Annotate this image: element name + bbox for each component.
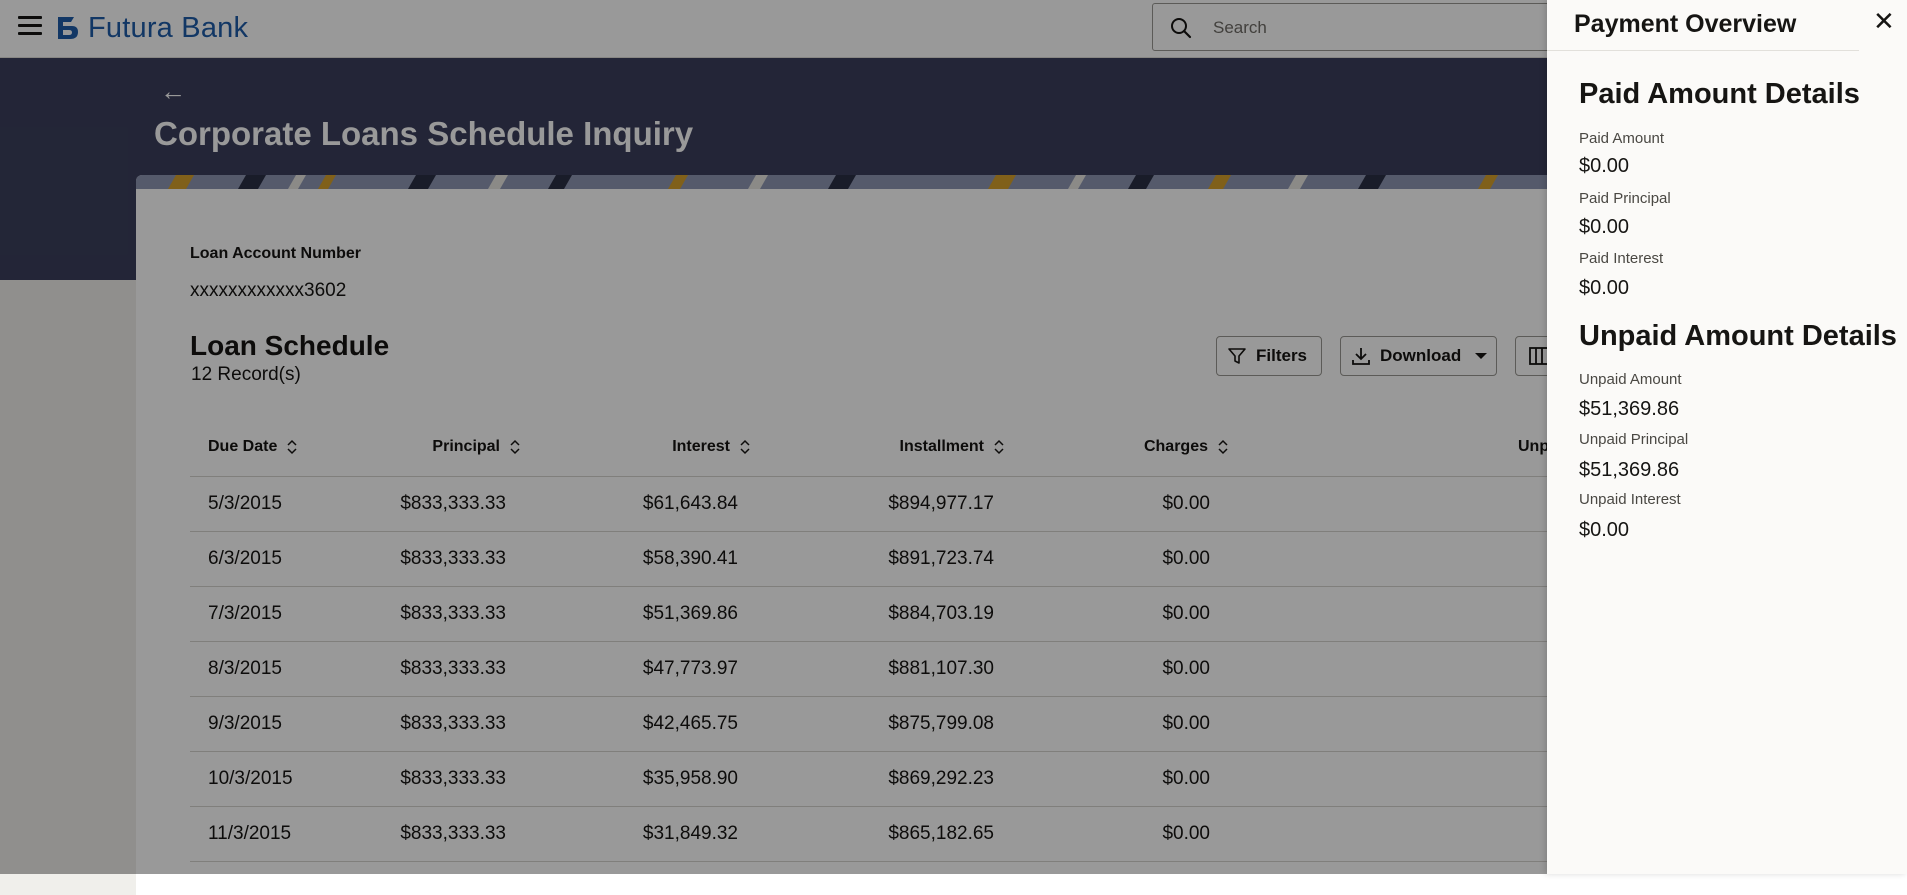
paid-principal-label: Paid Principal [1579,190,1671,207]
unpaid-principal-label: Unpaid Principal [1579,431,1689,448]
close-icon[interactable]: ✕ [1873,8,1895,34]
paid-amount-label: Paid Amount [1579,130,1665,147]
unpaid-interest-value: $0.00 [1579,519,1630,541]
unpaid-principal-value: $51,369.86 [1579,459,1680,481]
unpaid-amount-label: Unpaid Amount [1579,371,1682,388]
panel-header: Payment Overview [1547,0,1859,51]
paid-principal-value: $0.00 [1579,216,1630,238]
modal-overlay[interactable] [0,0,1547,874]
panel-title: Payment Overview [1574,10,1797,38]
unpaid-interest-label: Unpaid Interest [1579,491,1681,508]
payment-overview-panel: Payment Overview ✕ Paid Amount Details P… [1547,0,1907,874]
paid-amount-value: $0.00 [1579,155,1630,177]
paid-interest-value: $0.00 [1579,277,1630,299]
unpaid-section-title: Unpaid Amount Details [1579,320,1897,352]
paid-interest-label: Paid Interest [1579,250,1664,267]
unpaid-amount-value: $51,369.86 [1579,398,1680,420]
paid-section-title: Paid Amount Details [1579,78,1860,110]
